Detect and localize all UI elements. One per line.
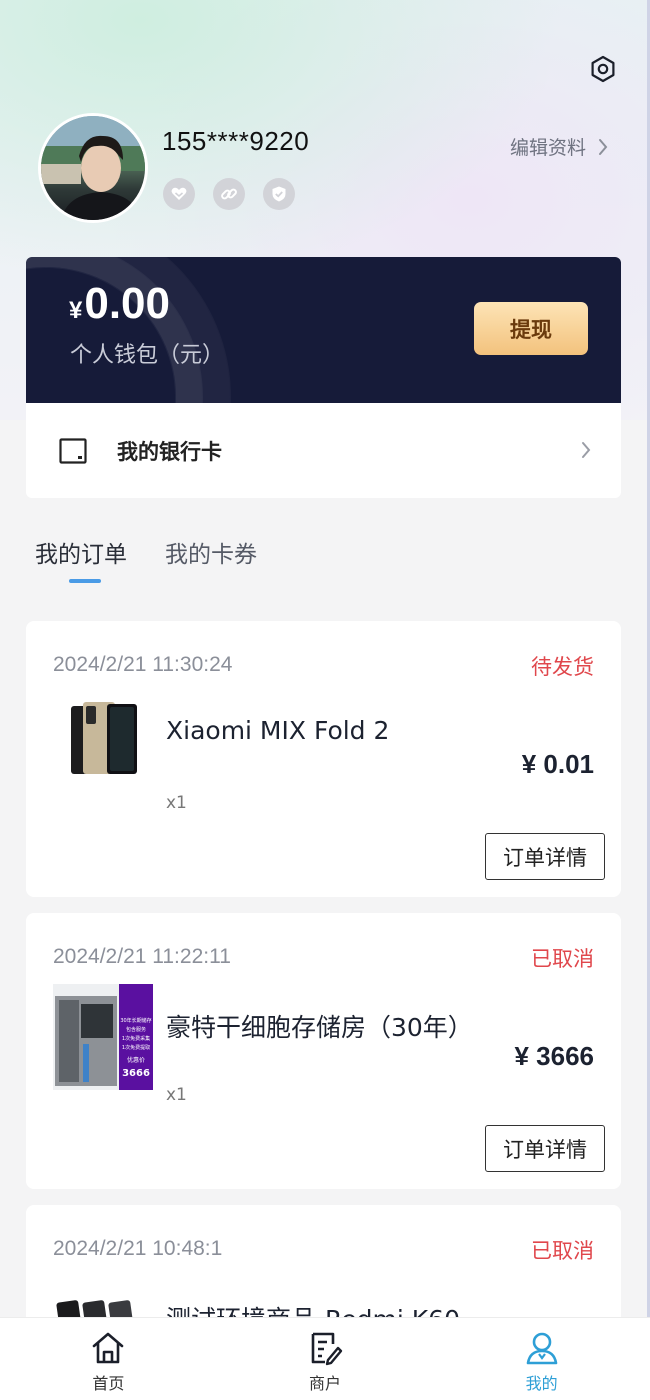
product-quantity: x1 — [166, 793, 187, 813]
avatar[interactable] — [38, 113, 148, 223]
order-status: 已取消 — [531, 947, 594, 971]
nav-label: 首页 — [92, 1374, 125, 1393]
product-price: ¥ 0.01 — [521, 749, 594, 779]
bank-card-label: 我的银行卡 — [117, 439, 222, 464]
order-time: 2024/2/21 11:30:24 — [53, 653, 233, 676]
nav-merchant[interactable]: 商户 — [217, 1318, 434, 1400]
link-icon[interactable] — [213, 178, 245, 210]
bank-card-icon — [59, 437, 87, 464]
order-status: 待发货 — [531, 655, 594, 679]
wallet-label: 个人钱包（元） — [70, 343, 225, 368]
product-title: Xiaomi MIX Fold 2 — [166, 716, 390, 745]
home-icon — [93, 1332, 124, 1364]
balance-amount: 0.00 — [84, 279, 170, 328]
product-image — [71, 702, 137, 774]
merchant-icon — [311, 1332, 343, 1366]
tab-my-orders[interactable]: 我的订单 — [35, 535, 127, 585]
order-tabs: 我的订单 我的卡券 — [35, 535, 257, 585]
product-image: 30年长期储存 包含服务 1次免费采集 1次免费提取 优惠价 3666 — [53, 984, 153, 1090]
heart-icon[interactable] — [163, 178, 195, 210]
user-icon — [526, 1332, 557, 1365]
nav-home[interactable]: 首页 — [0, 1318, 217, 1400]
chevron-right-icon — [582, 442, 591, 458]
order-detail-button[interactable]: 订单详情 — [485, 1125, 605, 1172]
tab-my-coupons[interactable]: 我的卡券 — [165, 535, 257, 585]
order-detail-button[interactable]: 订单详情 — [485, 833, 605, 880]
settings-gear-icon[interactable] — [589, 55, 617, 83]
order-card: 2024/2/21 11:30:24 待发货 Xiaomi MIX Fold 2… — [26, 621, 621, 897]
my-bank-card-row[interactable]: 我的银行卡 — [26, 403, 621, 498]
product-image-text: 优惠价 — [127, 1056, 145, 1064]
edit-profile-label: 编辑资料 — [509, 137, 586, 159]
product-image-text: 1次免费采集 — [122, 1035, 150, 1042]
product-image-text: 3666 — [122, 1068, 150, 1079]
currency-symbol: ¥ — [69, 297, 83, 324]
nav-label: 我的 — [525, 1374, 558, 1393]
order-time: 2024/2/21 10:48:1 — [53, 1237, 223, 1260]
nav-mine[interactable]: 我的 — [433, 1318, 650, 1400]
product-quantity: x1 — [166, 1085, 187, 1105]
wallet-balance: ¥0.00 — [69, 279, 170, 329]
user-phone-number: 155****9220 — [162, 126, 310, 156]
shield-check-icon[interactable] — [263, 178, 295, 210]
order-status: 已取消 — [531, 1239, 594, 1263]
nav-label: 商户 — [309, 1374, 342, 1393]
withdraw-button[interactable]: 提现 — [474, 302, 588, 355]
product-title: 豪特干细胞存储房（30年） — [166, 1013, 473, 1042]
wallet-card: ¥0.00 个人钱包（元） 提现 — [26, 257, 621, 403]
user-badges — [163, 178, 295, 210]
order-card: 2024/2/21 11:22:11 已取消 30年长期储存 包含服务 1次免费… — [26, 913, 621, 1189]
product-price: ¥ 3666 — [514, 1041, 594, 1071]
product-image-text: 1次免费提取 — [122, 1044, 150, 1051]
edit-profile-link[interactable]: 编辑资料 — [510, 133, 608, 160]
product-image-text: 30年长期储存 — [120, 1017, 151, 1024]
order-time: 2024/2/21 11:22:11 — [53, 945, 231, 968]
chevron-right-icon — [599, 138, 608, 155]
product-image-text: 包含服务 — [126, 1026, 146, 1033]
bottom-navigation: 首页 商户 我的 — [0, 1317, 650, 1400]
